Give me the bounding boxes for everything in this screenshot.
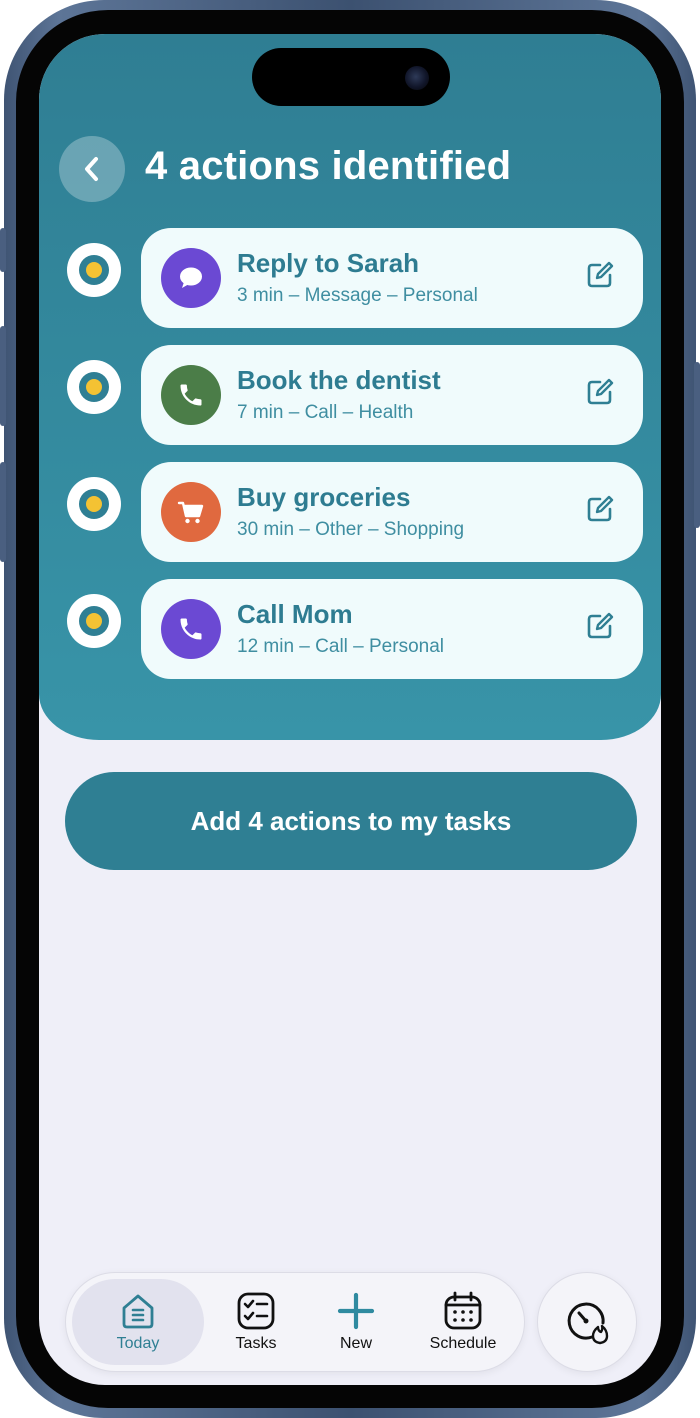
- action-meta: 7 min – Call – Health: [237, 402, 414, 423]
- action-row: Call Mom 12 min – Call – Personal: [39, 579, 661, 679]
- tab-bar: Today Tasks New Schedule: [65, 1272, 525, 1372]
- edit-icon[interactable]: [585, 260, 615, 290]
- action-select-radio[interactable]: [67, 360, 121, 414]
- message-bubble-icon: [161, 248, 221, 308]
- checklist-icon: [237, 1292, 275, 1330]
- phone-icon: [161, 365, 221, 425]
- gauge-flame-icon: [567, 1302, 609, 1345]
- tab-label: Tasks: [235, 1335, 277, 1352]
- tab-label: New: [339, 1335, 372, 1352]
- edit-icon[interactable]: [585, 611, 615, 641]
- calendar-icon: [444, 1291, 482, 1330]
- tab-schedule[interactable]: Schedule: [406, 1279, 520, 1365]
- add-actions-button[interactable]: Add 4 actions to my tasks: [65, 772, 637, 870]
- action-meta: 3 min – Message – Personal: [237, 285, 478, 306]
- focus-meter-button[interactable]: [537, 1272, 637, 1372]
- action-row: Reply to Sarah 3 min – Message – Persona…: [39, 228, 661, 328]
- page-title: 4 actions identified: [145, 144, 512, 188]
- action-row: Book the dentist 7 min – Call – Health: [39, 345, 661, 445]
- screen: 4 actions identified Reply to Sarah 3 mi…: [39, 34, 661, 1385]
- volume-down-button: [0, 462, 6, 562]
- action-select-radio[interactable]: [67, 243, 121, 297]
- action-title: Buy groceries: [237, 482, 411, 512]
- tab-label: Schedule: [429, 1335, 497, 1352]
- action-card[interactable]: Book the dentist 7 min – Call – Health: [141, 345, 643, 445]
- action-card[interactable]: Buy groceries 30 min – Other – Shopping: [141, 462, 643, 562]
- tab-new[interactable]: New: [306, 1279, 406, 1365]
- action-row: Buy groceries 30 min – Other – Shopping: [39, 462, 661, 562]
- tab-today[interactable]: Today: [72, 1279, 204, 1365]
- back-button[interactable]: [59, 136, 125, 202]
- action-meta: 12 min – Call – Personal: [237, 636, 444, 657]
- action-title: Call Mom: [237, 599, 353, 629]
- action-title: Reply to Sarah: [237, 248, 420, 278]
- action-select-radio[interactable]: [67, 594, 121, 648]
- camera-icon: [405, 66, 429, 90]
- action-card[interactable]: Call Mom 12 min – Call – Personal: [141, 579, 643, 679]
- edit-icon[interactable]: [585, 377, 615, 407]
- tab-label: Today: [116, 1335, 160, 1352]
- dynamic-island: [252, 48, 450, 106]
- home-icon: [122, 1294, 154, 1329]
- phone-icon: [161, 599, 221, 659]
- shopping-cart-icon: [161, 482, 221, 542]
- action-card[interactable]: Reply to Sarah 3 min – Message – Persona…: [141, 228, 643, 328]
- tab-tasks[interactable]: Tasks: [206, 1279, 306, 1365]
- volume-up-button: [0, 326, 6, 426]
- power-button: [694, 362, 700, 528]
- action-title: Book the dentist: [237, 365, 441, 395]
- edit-icon[interactable]: [585, 494, 615, 524]
- action-select-radio[interactable]: [67, 477, 121, 531]
- silent-switch: [0, 228, 6, 272]
- plus-icon: [337, 1292, 375, 1330]
- chevron-left-icon: [85, 157, 98, 181]
- action-meta: 30 min – Other – Shopping: [237, 519, 465, 540]
